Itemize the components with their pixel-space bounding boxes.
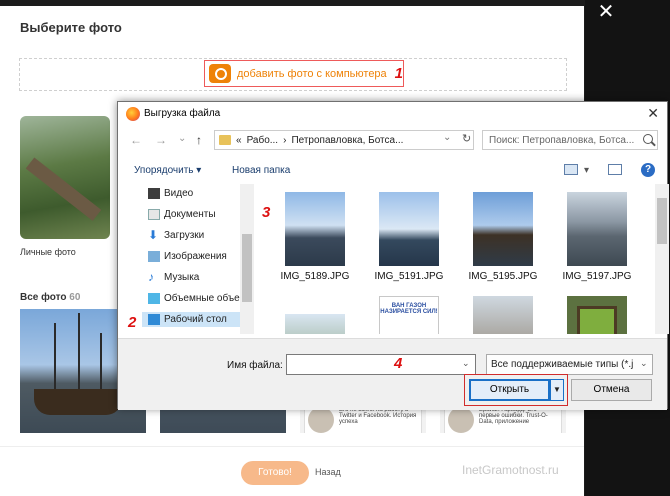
search-icon <box>643 134 653 144</box>
file-item[interactable]: IMG_5191.JPG <box>368 192 450 282</box>
annotation-4: 4 <box>394 355 403 372</box>
sidebar-item-downloads[interactable]: ⬇ Загрузки <box>148 228 204 242</box>
dialog-bottom-area: Имя файла: ⌄ 4 Все поддерживаемые типы (… <box>118 338 667 410</box>
sidebar-item-documents[interactable]: Документы <box>148 209 216 220</box>
annotation-3: 3 <box>262 204 271 221</box>
navigation-row: ← → ⌄ ↑ « Рабо... › Петропавловка, Ботса… <box>118 130 667 152</box>
open-button[interactable]: Открыть <box>469 379 550 401</box>
sidebar-item-images[interactable]: Изображения <box>148 251 227 262</box>
sidebar-item-desktop[interactable]: Рабочий стол <box>142 312 254 327</box>
open-split-dropdown-icon[interactable]: ▼ <box>550 379 564 401</box>
breadcrumb-separator: › <box>283 134 287 146</box>
dialog-titlebar: Выгрузка файла ✕ <box>118 102 667 126</box>
file-thumbnail <box>285 314 345 334</box>
picker-footer: Готово! Назад InetGramotnost.ru <box>0 446 584 490</box>
file-thumbnail <box>379 192 439 266</box>
dialog-close-icon[interactable]: ✕ <box>647 105 659 122</box>
view-mode-icon[interactable] <box>564 164 578 175</box>
filename-dropdown-icon[interactable]: ⌄ <box>462 358 470 369</box>
file-thumbnail <box>473 296 533 334</box>
filename-label: Имя файла: <box>227 360 283 371</box>
navigation-pane: Видео Документы ⬇ Загрузки Изображения ♪… <box>118 184 254 334</box>
navigation-scrollbar[interactable] <box>240 184 254 334</box>
search-placeholder: Поиск: Петропавловка, Ботса... <box>489 135 635 146</box>
new-folder-button[interactable]: Новая папка <box>232 165 290 176</box>
ready-button[interactable]: Готово! <box>241 461 309 485</box>
dialog-toolbar: Упорядочить ▾ Новая папка ▾ ? <box>118 159 667 183</box>
file-upload-dialog: Выгрузка файла ✕ ← → ⌄ ↑ « Рабо... › Пет… <box>117 101 669 410</box>
file-item[interactable] <box>462 296 544 334</box>
sidebar-item-music[interactable]: ♪ Музыка <box>148 270 199 284</box>
upload-label: добавить фото с компьютера <box>237 67 387 80</box>
file-thumbnail: ВАН ГАЗОН НАЗИРАЕТСЯ СИЛ! <box>379 296 439 334</box>
3d-objects-icon <box>148 293 160 304</box>
sidebar-item-video[interactable]: Видео <box>148 188 193 199</box>
firefox-icon <box>126 107 140 121</box>
address-bar[interactable]: « Рабо... › Петропавловка, Ботса... <box>214 130 474 150</box>
refresh-icon[interactable]: ↻ <box>462 132 471 145</box>
music-icon: ♪ <box>148 270 154 284</box>
file-type-dropdown-icon[interactable]: ⌄ <box>640 358 648 369</box>
filename-input[interactable] <box>286 354 476 375</box>
close-icon[interactable]: ✕ <box>597 2 615 22</box>
forward-arrow-icon[interactable]: → <box>155 133 167 147</box>
picker-title: Выберите фото <box>20 20 122 35</box>
camera-icon <box>209 64 231 83</box>
back-arrow-icon[interactable]: ← <box>130 133 142 147</box>
all-photos-label: Все фото <box>20 292 67 303</box>
breadcrumb-item[interactable]: Петропавловка, Ботса... <box>291 135 403 146</box>
address-dropdown-icon[interactable]: ⌄ <box>443 132 451 143</box>
back-link[interactable]: Назад <box>315 467 341 477</box>
file-item[interactable]: ВАН ГАЗОН НАЗИРАЕТСЯ СИЛ! <box>368 296 450 334</box>
file-type-select[interactable]: Все поддерживаемые типы (*.j <box>486 354 653 375</box>
sidebar-item-3d-objects[interactable]: Объемные объе <box>148 293 240 304</box>
view-mode-dropdown-icon[interactable]: ▾ <box>584 165 589 176</box>
cancel-button[interactable]: Отмена <box>571 379 652 401</box>
file-list-scrollbar[interactable] <box>655 184 669 334</box>
search-input[interactable]: Поиск: Петропавловка, Ботса... <box>482 130 658 150</box>
help-icon[interactable]: ? <box>641 163 655 177</box>
file-thumbnail <box>567 192 627 266</box>
all-photos-heading: Все фото 60 <box>20 292 80 303</box>
watermark: InetGramotnost.ru <box>462 463 559 477</box>
album-label: Личные фото <box>20 247 76 257</box>
folder-icon <box>219 135 231 145</box>
file-list: 3 IMG_5189.JPG IMG_5191.JPG IMG_5195.JPG… <box>258 184 656 334</box>
album-thumbnail[interactable] <box>20 116 110 239</box>
up-arrow-icon[interactable]: ↑ <box>196 133 202 147</box>
file-item[interactable]: IMG_5189.JPG <box>274 192 356 282</box>
preview-pane-icon[interactable] <box>608 164 622 175</box>
downloads-icon: ⬇ <box>148 228 159 242</box>
annotation-1: 1 <box>394 65 403 82</box>
file-item[interactable] <box>274 314 356 334</box>
video-icon <box>148 188 160 199</box>
documents-icon <box>148 209 160 220</box>
dialog-title: Выгрузка файла <box>144 108 221 119</box>
desktop-icon <box>148 314 160 325</box>
images-icon <box>148 251 160 262</box>
file-thumbnail <box>567 296 627 334</box>
breadcrumb-item[interactable]: Рабо... <box>247 135 279 146</box>
file-thumbnail <box>473 192 533 266</box>
organize-menu[interactable]: Упорядочить ▾ <box>134 165 201 176</box>
all-photos-count: 60 <box>69 292 81 303</box>
file-item[interactable]: IMG_5197.JPG <box>556 192 638 282</box>
file-thumbnail <box>285 192 345 266</box>
breadcrumb-overflow[interactable]: « <box>236 135 242 146</box>
annotation-2: 2 <box>128 314 137 331</box>
recent-locations-icon[interactable]: ⌄ <box>178 133 186 144</box>
file-item[interactable] <box>556 296 638 334</box>
file-item[interactable]: IMG_5195.JPG <box>462 192 544 282</box>
upload-from-computer-button[interactable]: добавить фото с компьютера 1 <box>204 60 404 87</box>
